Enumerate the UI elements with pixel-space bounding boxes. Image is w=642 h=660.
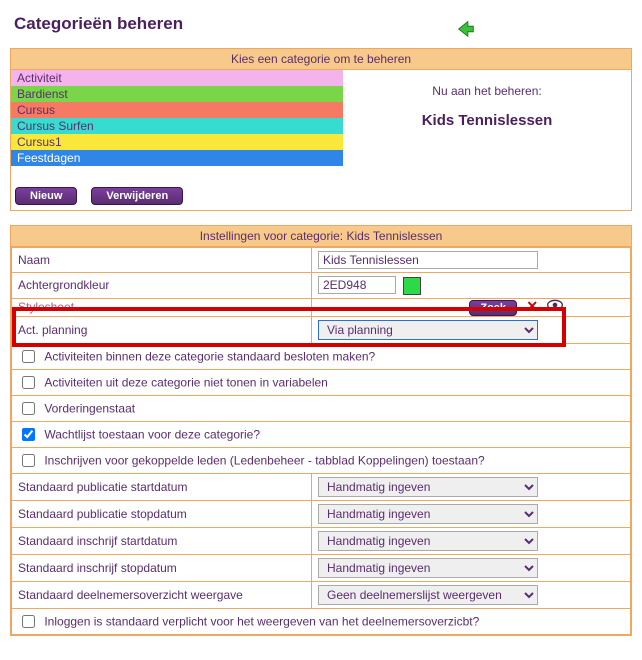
clear-icon[interactable]: ✕	[526, 298, 538, 314]
chk-inloggen-label: Inloggen is standaard verplicht voor het…	[44, 614, 479, 628]
insch-start-select[interactable]: Handmatig ingeven	[318, 531, 538, 551]
insch-stop-select[interactable]: Handmatig ingeven	[318, 558, 538, 578]
chk-niet-tonen[interactable]	[22, 376, 35, 389]
pub-start-select[interactable]: Handmatig ingeven	[318, 477, 538, 497]
actplanning-select[interactable]: Via planning	[318, 320, 538, 340]
color-swatch[interactable]	[403, 277, 421, 295]
category-selector-panel: Kies een categorie om te beheren Activit…	[10, 48, 632, 211]
pub-stop-label: Standaard publicatie stopdatum	[12, 500, 312, 527]
deelnemers-select[interactable]: Geen deelnemerslijst weergeven	[318, 585, 538, 605]
chk-niet-tonen-label: Activiteiten uit deze categorie niet ton…	[44, 375, 328, 389]
bgcolor-input[interactable]	[318, 276, 396, 294]
chk-wachtlijst[interactable]	[22, 428, 35, 441]
category-item[interactable]: Feestdagen	[11, 150, 343, 166]
search-button[interactable]: Zoek	[469, 300, 517, 316]
category-item[interactable]: Cursus1	[11, 134, 343, 150]
category-item[interactable]: Cursus Surfen	[11, 118, 343, 134]
category-item[interactable]: Cursus	[11, 102, 343, 118]
delete-button[interactable]: Verwijderen	[91, 187, 183, 205]
chk-besloten-label: Activiteiten binnen deze categorie stand…	[44, 349, 375, 363]
name-input[interactable]	[318, 251, 538, 269]
category-item[interactable]: Activiteit	[11, 70, 343, 86]
chk-inloggen[interactable]	[22, 615, 35, 628]
pub-start-label: Standaard publicatie startdatum	[12, 473, 312, 500]
category-list[interactable]: Activiteit Bardienst Cursus Cursus Surfe…	[11, 70, 343, 182]
chk-inschrijven[interactable]	[22, 454, 35, 467]
back-arrow-icon[interactable]	[454, 17, 478, 41]
insch-stop-label: Standaard inschrijf stopdatum	[12, 554, 312, 581]
actplanning-label: Act. planning	[12, 316, 312, 343]
insch-start-label: Standaard inschrijf startdatum	[12, 527, 312, 554]
new-button[interactable]: Nieuw	[15, 187, 77, 205]
chk-inschrijven-label: Inschrijven voor gekoppelde leden (Leden…	[44, 453, 484, 467]
now-editing-value: Kids Tennislessen	[353, 112, 621, 129]
eye-icon[interactable]	[547, 300, 563, 314]
now-editing-label: Nu aan het beheren:	[353, 84, 621, 98]
page-title: Categorieën beheren	[14, 14, 454, 34]
settings-header: Instellingen voor categorie: Kids Tennis…	[11, 226, 631, 247]
category-item[interactable]: Bardienst	[11, 86, 343, 102]
pub-stop-select[interactable]: Handmatig ingeven	[318, 504, 538, 524]
settings-panel: Instellingen voor categorie: Kids Tennis…	[10, 225, 632, 636]
stylesheet-label: Stylesheet	[12, 298, 312, 316]
now-editing-panel: Nu aan het beheren: Kids Tennislessen	[343, 70, 631, 210]
chk-vorderingen-label: Vorderingenstaat	[44, 401, 135, 415]
bgcolor-label: Achtergrondkleur	[12, 273, 312, 299]
chk-vorderingen[interactable]	[22, 402, 35, 415]
chk-wachtlijst-label: Wachtlijst toestaan voor deze categorie?	[44, 427, 260, 441]
name-label: Naam	[12, 248, 312, 273]
chk-besloten[interactable]	[22, 350, 35, 363]
selector-header: Kies een categorie om te beheren	[11, 49, 631, 70]
deelnemers-label: Standaard deelnemersoverzicht weergave	[12, 581, 312, 608]
